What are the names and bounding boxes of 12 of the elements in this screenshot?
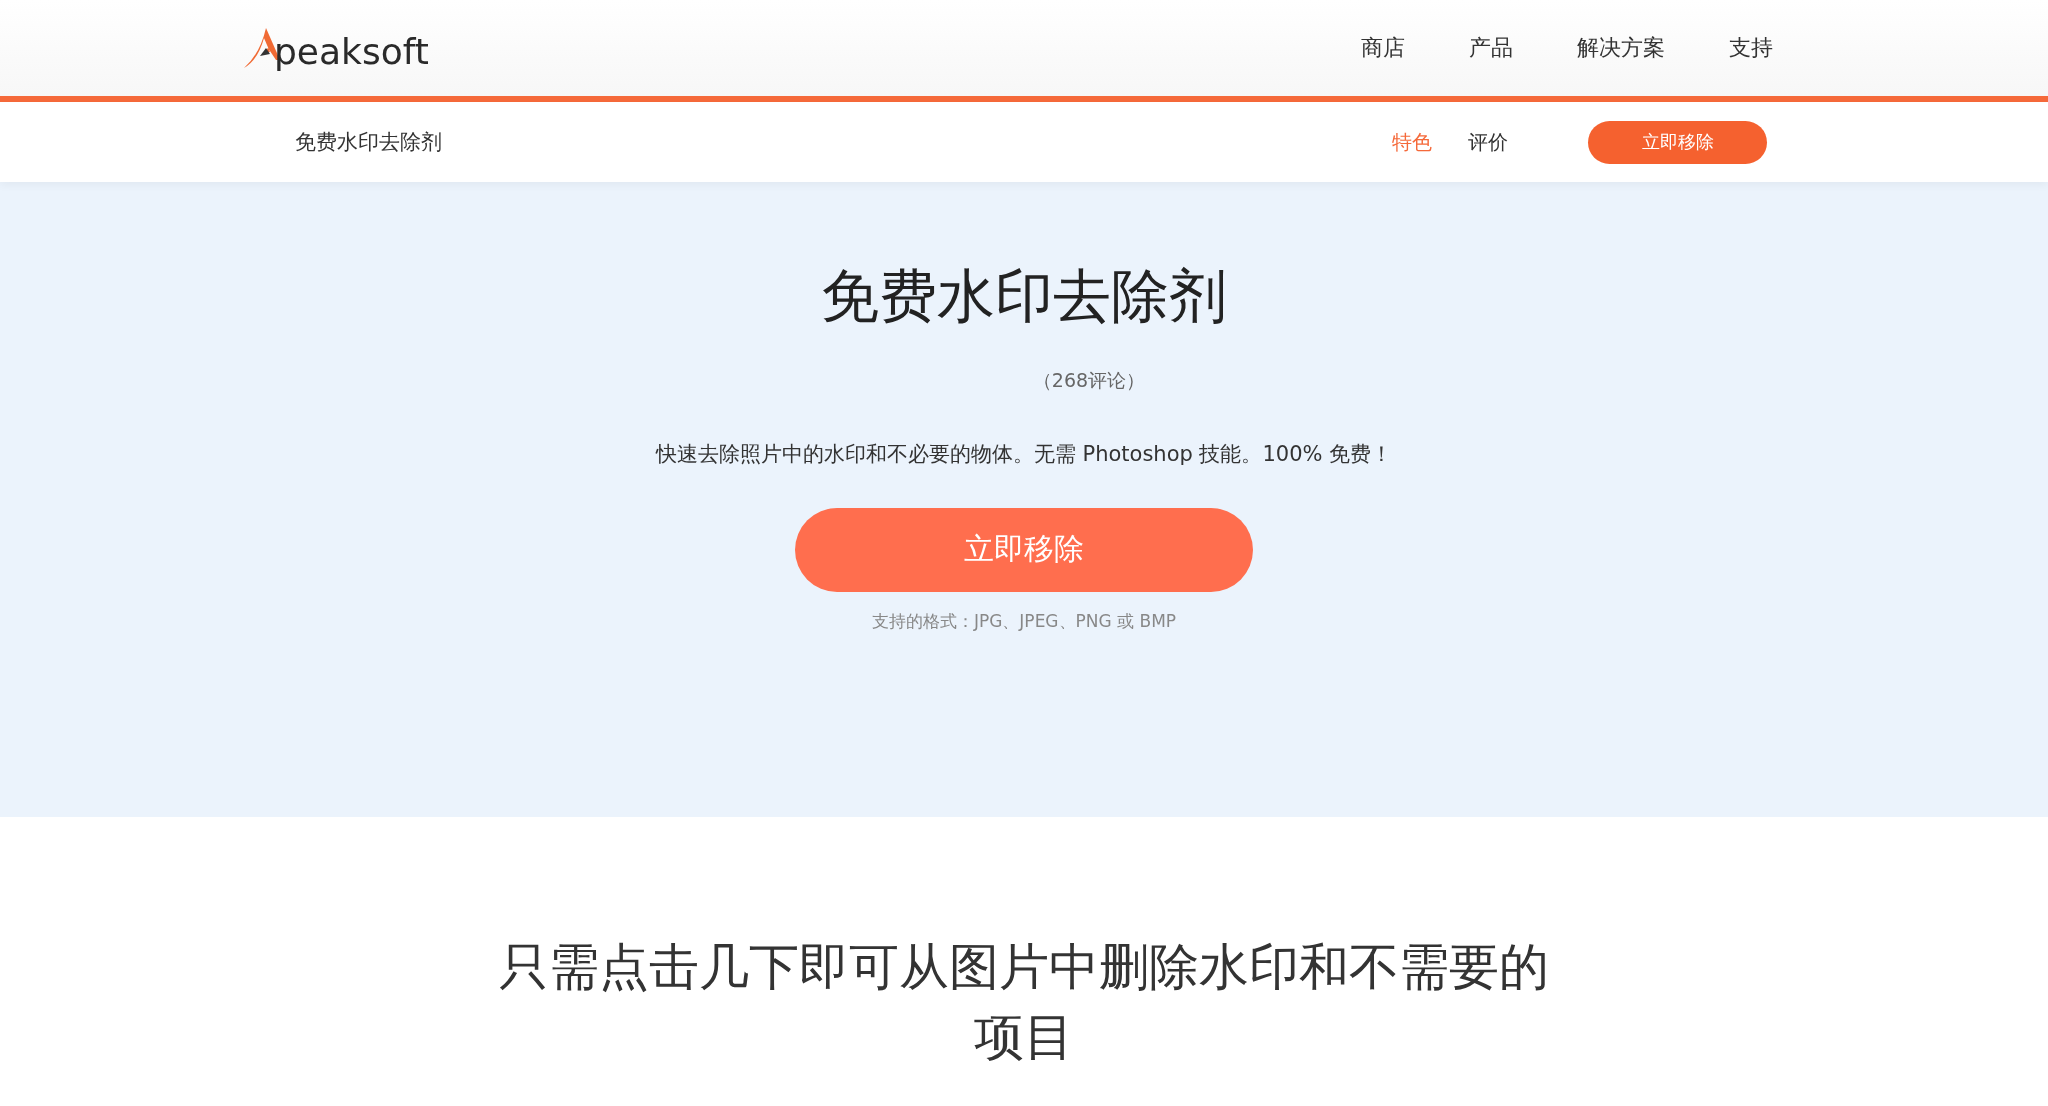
nav-link[interactable]: 支持 <box>1729 33 1773 63</box>
nav-link[interactable]: 商店 <box>1361 33 1405 63</box>
supported-formats: 支持的格式：JPG、JPEG、PNG 或 BMP <box>871 609 1177 633</box>
section-tab[interactable]: 评价 <box>1468 128 1508 156</box>
product-title: 免费水印去除剂 <box>295 129 442 156</box>
logo[interactable]: peaksoft <box>242 26 429 70</box>
nav-link[interactable]: 产品 <box>1469 33 1513 63</box>
nav-link[interactable]: 解决方案 <box>1577 33 1665 63</box>
section-heading: 只需点击几下即可从图片中删除水印和不需要的项目 <box>498 937 1550 1068</box>
review-count: （268评论） <box>1031 367 1146 393</box>
hero-title: 免费水印去除剂 <box>821 262 1227 332</box>
hero-description: 快速去除照片中的水印和不必要的物体。无需 Photoshop 技能。100% 免费！ <box>655 440 1393 468</box>
